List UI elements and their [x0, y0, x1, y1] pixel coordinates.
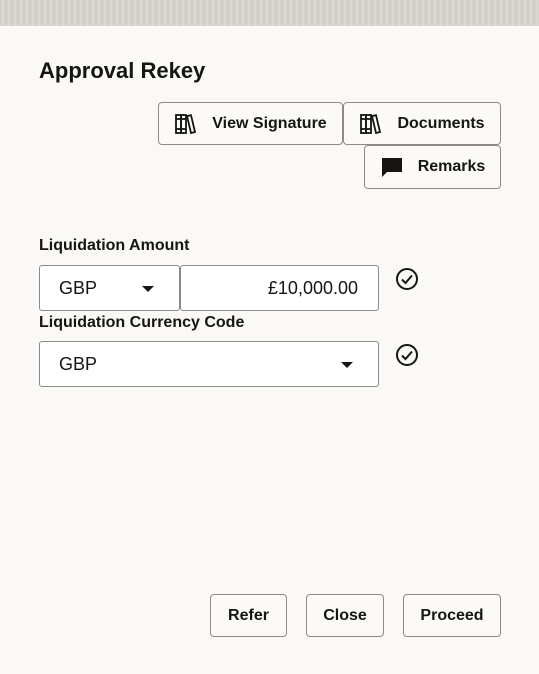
- view-signature-button[interactable]: View Signature: [158, 102, 343, 145]
- currency-select-value: GBP: [59, 277, 98, 298]
- currency-code-value: GBP: [59, 353, 98, 374]
- caret-down-icon: [341, 362, 353, 368]
- window-top-band: [0, 0, 539, 26]
- liquidation-currency-code-select[interactable]: GBP: [39, 341, 379, 387]
- proceed-button[interactable]: Proceed: [403, 594, 501, 637]
- refer-button[interactable]: Refer: [210, 594, 287, 637]
- check-circle-icon: [395, 267, 419, 291]
- liquidation-currency-code-label: Liquidation Currency Code: [39, 314, 245, 331]
- check-circle-icon: [395, 343, 419, 367]
- amount-value: £10,000.00: [267, 277, 358, 298]
- liquidation-amount-input[interactable]: £10,000.00: [180, 265, 379, 311]
- books-icon: [359, 112, 383, 136]
- caret-down-icon: [142, 286, 154, 292]
- remarks-label: Remarks: [417, 158, 486, 175]
- remarks-button[interactable]: Remarks: [364, 145, 501, 189]
- speech-bubble-icon: [380, 155, 404, 179]
- books-icon: [174, 112, 198, 136]
- view-signature-label: View Signature: [212, 114, 327, 132]
- documents-label: Documents: [397, 114, 485, 132]
- documents-button[interactable]: Documents: [343, 102, 501, 145]
- liquidation-amount-label: Liquidation Amount: [39, 237, 190, 254]
- dialog-title: Approval Rekey: [39, 58, 206, 83]
- close-button[interactable]: Close: [306, 594, 384, 637]
- liquidation-amount-currency-select[interactable]: GBP: [39, 265, 180, 311]
